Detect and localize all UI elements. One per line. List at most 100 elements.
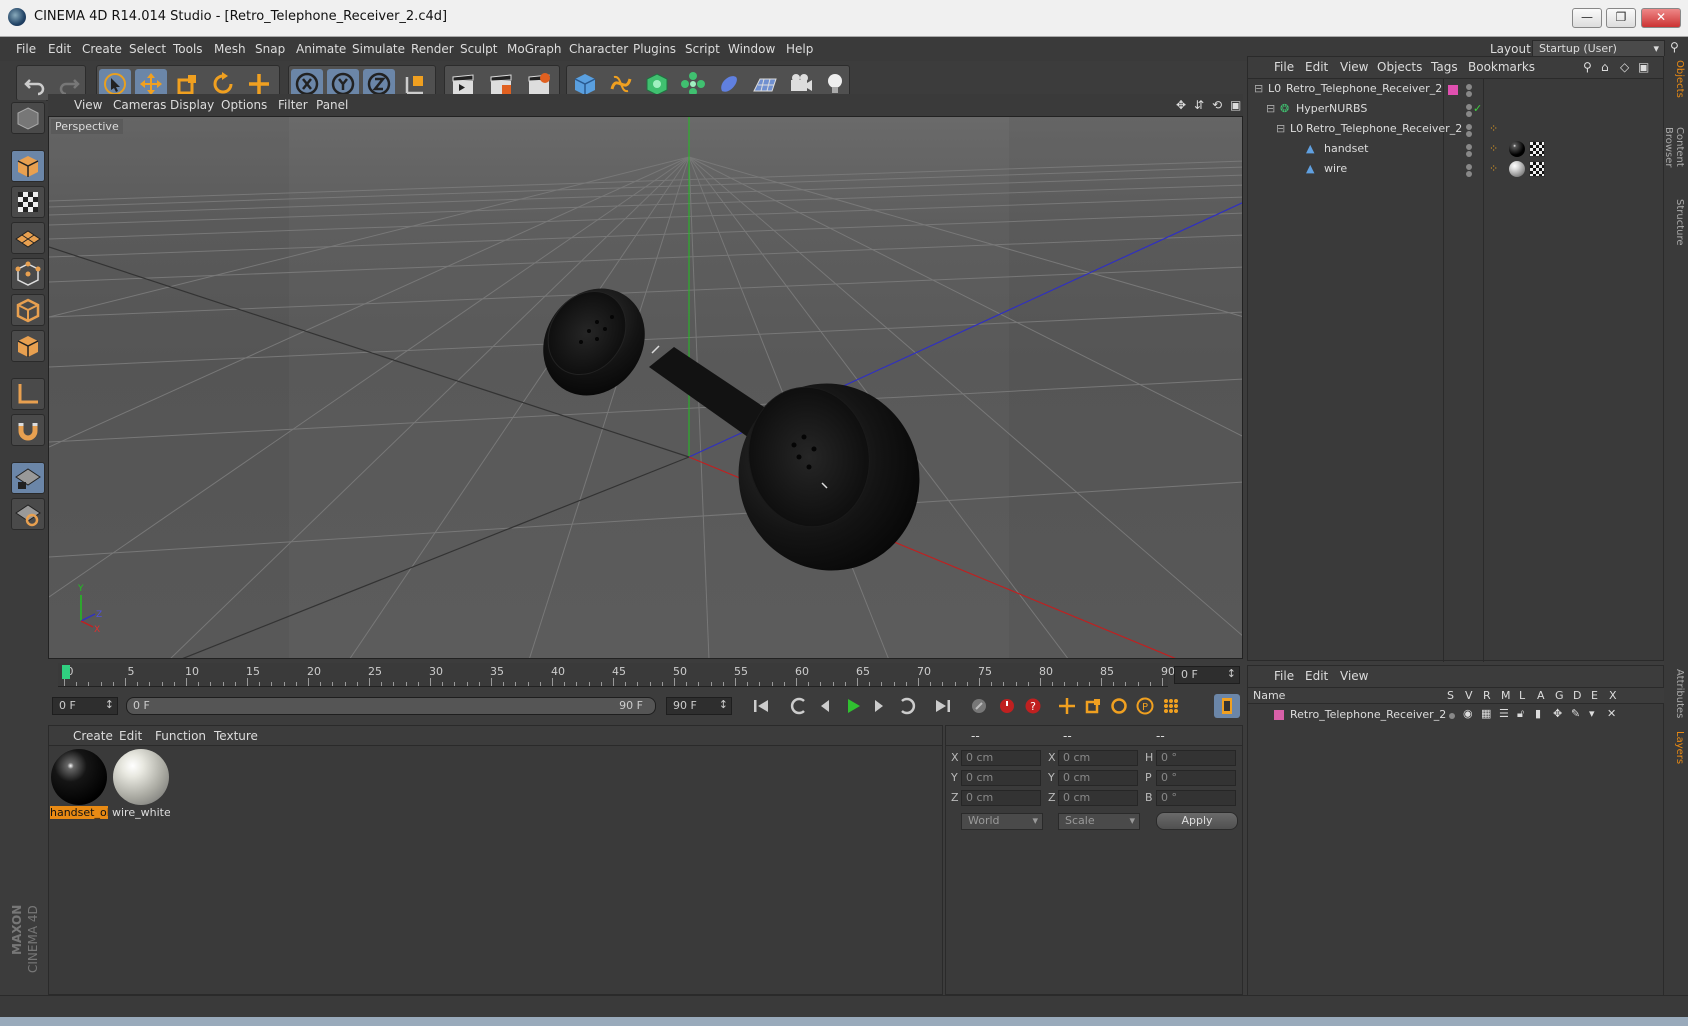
- uvw-tag-icon[interactable]: [1529, 141, 1545, 157]
- viewport-menu-filter[interactable]: Filter: [278, 98, 308, 112]
- material-menu-texture[interactable]: Texture: [214, 729, 258, 743]
- menu-render[interactable]: Render: [411, 42, 454, 56]
- visibility-editor-dot[interactable]: [1466, 124, 1472, 130]
- minimize-button[interactable]: —: [1572, 8, 1602, 28]
- record-scale-button[interactable]: [1080, 694, 1106, 718]
- keyframe-selection-button[interactable]: ?: [1020, 694, 1046, 718]
- object-home-icon[interactable]: ⌂: [1601, 60, 1609, 74]
- expression-icon[interactable]: ▾: [1589, 707, 1595, 720]
- generator-icon[interactable]: ✥: [1553, 707, 1562, 720]
- object-search-icon[interactable]: ⚲: [1583, 60, 1592, 74]
- planar-workplane-button[interactable]: [11, 498, 45, 530]
- rotation-h-field[interactable]: 0 °: [1156, 750, 1236, 766]
- viewport-rotate-icon[interactable]: ⟲: [1212, 98, 1222, 112]
- menu-plugins[interactable]: Plugins: [633, 42, 676, 56]
- 3d-viewport[interactable]: Y Z X Perspective: [48, 116, 1243, 659]
- lock-icon[interactable]: 🔓︎: [1517, 707, 1524, 721]
- phong-tag-icon[interactable]: ⁘: [1489, 142, 1498, 155]
- material-menu-create[interactable]: Create: [73, 729, 113, 743]
- timeline-window-button[interactable]: [1214, 694, 1240, 718]
- layer-solo-toggle[interactable]: [1449, 713, 1455, 719]
- enabled-check-icon[interactable]: ✓: [1473, 102, 1482, 115]
- preview-range-slider[interactable]: 0 F 90 F: [126, 697, 656, 715]
- layer-menu-file[interactable]: File: [1274, 669, 1294, 683]
- menu-mograph[interactable]: MoGraph: [507, 42, 562, 56]
- layer-col-expressions[interactable]: E: [1591, 689, 1598, 702]
- timeline-ruler[interactable]: 0 5 10 15 20 25 30 35 40 45 50 55 60 65 70 75 80 85 90 0 F…: [48, 661, 1243, 689]
- layer-col-deformers[interactable]: D: [1573, 689, 1581, 702]
- points-mode-button[interactable]: [11, 258, 45, 290]
- material-tag-icon[interactable]: [1509, 161, 1525, 177]
- menu-script[interactable]: Script: [685, 42, 720, 56]
- rotation-p-field[interactable]: 0 °: [1156, 770, 1236, 786]
- autokeying-button[interactable]: [994, 694, 1020, 718]
- record-active-objects-button[interactable]: [966, 694, 992, 718]
- start-frame-field[interactable]: 0 F ↕: [52, 697, 118, 715]
- uvw-tag-icon[interactable]: [1529, 161, 1545, 177]
- visibility-render-dot[interactable]: [1466, 111, 1472, 117]
- coordinate-space-select[interactable]: World ▾: [961, 813, 1043, 830]
- apply-button[interactable]: Apply: [1156, 812, 1238, 830]
- layer-row[interactable]: Retro_Telephone_Receiver_2 ◉ ▦ ☰ 🔓︎ ▮ ✥ …: [1248, 706, 1665, 726]
- object-menu-tags[interactable]: Tags: [1431, 60, 1458, 74]
- next-frame-button[interactable]: [866, 694, 892, 718]
- menu-sculpt[interactable]: Sculpt: [460, 42, 497, 56]
- visibility-editor-dot[interactable]: [1466, 104, 1472, 110]
- make-editable-button[interactable]: [11, 102, 45, 134]
- coordinate-mode-select[interactable]: Scale ▾: [1058, 813, 1140, 830]
- size-z-field[interactable]: 0 cm: [1058, 790, 1138, 806]
- menu-edit[interactable]: Edit: [48, 42, 71, 56]
- layer-col-manager[interactable]: M: [1501, 689, 1511, 702]
- size-y-field[interactable]: 0 cm: [1058, 770, 1138, 786]
- axis-mode-button[interactable]: [11, 378, 45, 410]
- viewport-menu-cameras[interactable]: Cameras: [113, 98, 166, 112]
- expand-toggle-icon[interactable]: ⊟: [1276, 122, 1285, 135]
- viewport-move-icon[interactable]: ✥: [1176, 98, 1186, 112]
- phong-tag-icon[interactable]: ⁘: [1489, 162, 1498, 175]
- layer-col-view[interactable]: V: [1465, 689, 1473, 702]
- snap-toggle-button[interactable]: [11, 414, 45, 446]
- layer-col-xref[interactable]: X: [1609, 689, 1617, 702]
- viewport-menu-panel[interactable]: Panel: [316, 98, 348, 112]
- animation-icon[interactable]: ▮: [1535, 707, 1541, 720]
- edges-mode-button[interactable]: [11, 294, 45, 326]
- menu-animate[interactable]: Animate: [296, 42, 346, 56]
- visibility-editor-dot[interactable]: [1466, 164, 1472, 170]
- record-point-level-button[interactable]: [1158, 694, 1184, 718]
- menu-file[interactable]: File: [16, 42, 36, 56]
- render-icon[interactable]: ▦: [1481, 707, 1491, 720]
- phong-tag-icon[interactable]: ⁘: [1489, 122, 1498, 135]
- menu-mesh[interactable]: Mesh: [214, 42, 246, 56]
- object-menu-bookmarks[interactable]: Bookmarks: [1468, 60, 1535, 74]
- layer-col-animation[interactable]: A: [1537, 689, 1545, 702]
- tree-row[interactable]: ▲ wire ⁘: [1248, 159, 1665, 179]
- object-menu-view[interactable]: View: [1340, 60, 1368, 74]
- end-frame-field[interactable]: 90 F ↕: [666, 697, 732, 715]
- menu-simulate[interactable]: Simulate: [352, 42, 405, 56]
- layer-col-locked[interactable]: L: [1519, 689, 1525, 702]
- tab-structure[interactable]: Structure: [1667, 196, 1685, 248]
- maximize-button[interactable]: ❐: [1606, 8, 1636, 28]
- expand-toggle-icon[interactable]: ⊟: [1254, 82, 1263, 95]
- rotation-b-field[interactable]: 0 °: [1156, 790, 1236, 806]
- layer-color-swatch[interactable]: [1274, 710, 1284, 720]
- visibility-render-dot[interactable]: [1466, 91, 1472, 97]
- menu-character[interactable]: Character: [569, 42, 628, 56]
- expand-toggle-icon[interactable]: ⊟: [1266, 102, 1275, 115]
- material-menu-function[interactable]: Function: [155, 729, 206, 743]
- position-y-field[interactable]: 0 cm: [961, 770, 1041, 786]
- tree-row[interactable]: ⊟ L0 Retro_Telephone_Receiver_2 ⁘: [1248, 119, 1665, 139]
- object-collapse-icon[interactable]: ◇: [1620, 60, 1629, 74]
- layer-col-generators[interactable]: G: [1555, 689, 1564, 702]
- next-keyframe-button[interactable]: [894, 694, 920, 718]
- material-menu-edit[interactable]: Edit: [119, 729, 142, 743]
- layer-col-render[interactable]: R: [1483, 689, 1491, 702]
- texture-mode-button[interactable]: [11, 186, 45, 218]
- search-icon[interactable]: ⚲: [1670, 40, 1679, 54]
- viewport-menu-options[interactable]: Options: [221, 98, 267, 112]
- tab-attributes[interactable]: Attributes: [1667, 668, 1685, 720]
- tree-row[interactable]: ⊟ L0 Retro_Telephone_Receiver_2: [1248, 79, 1665, 99]
- record-rotation-button[interactable]: [1106, 694, 1132, 718]
- object-menu-edit[interactable]: Edit: [1305, 60, 1328, 74]
- visibility-editor-dot[interactable]: [1466, 144, 1472, 150]
